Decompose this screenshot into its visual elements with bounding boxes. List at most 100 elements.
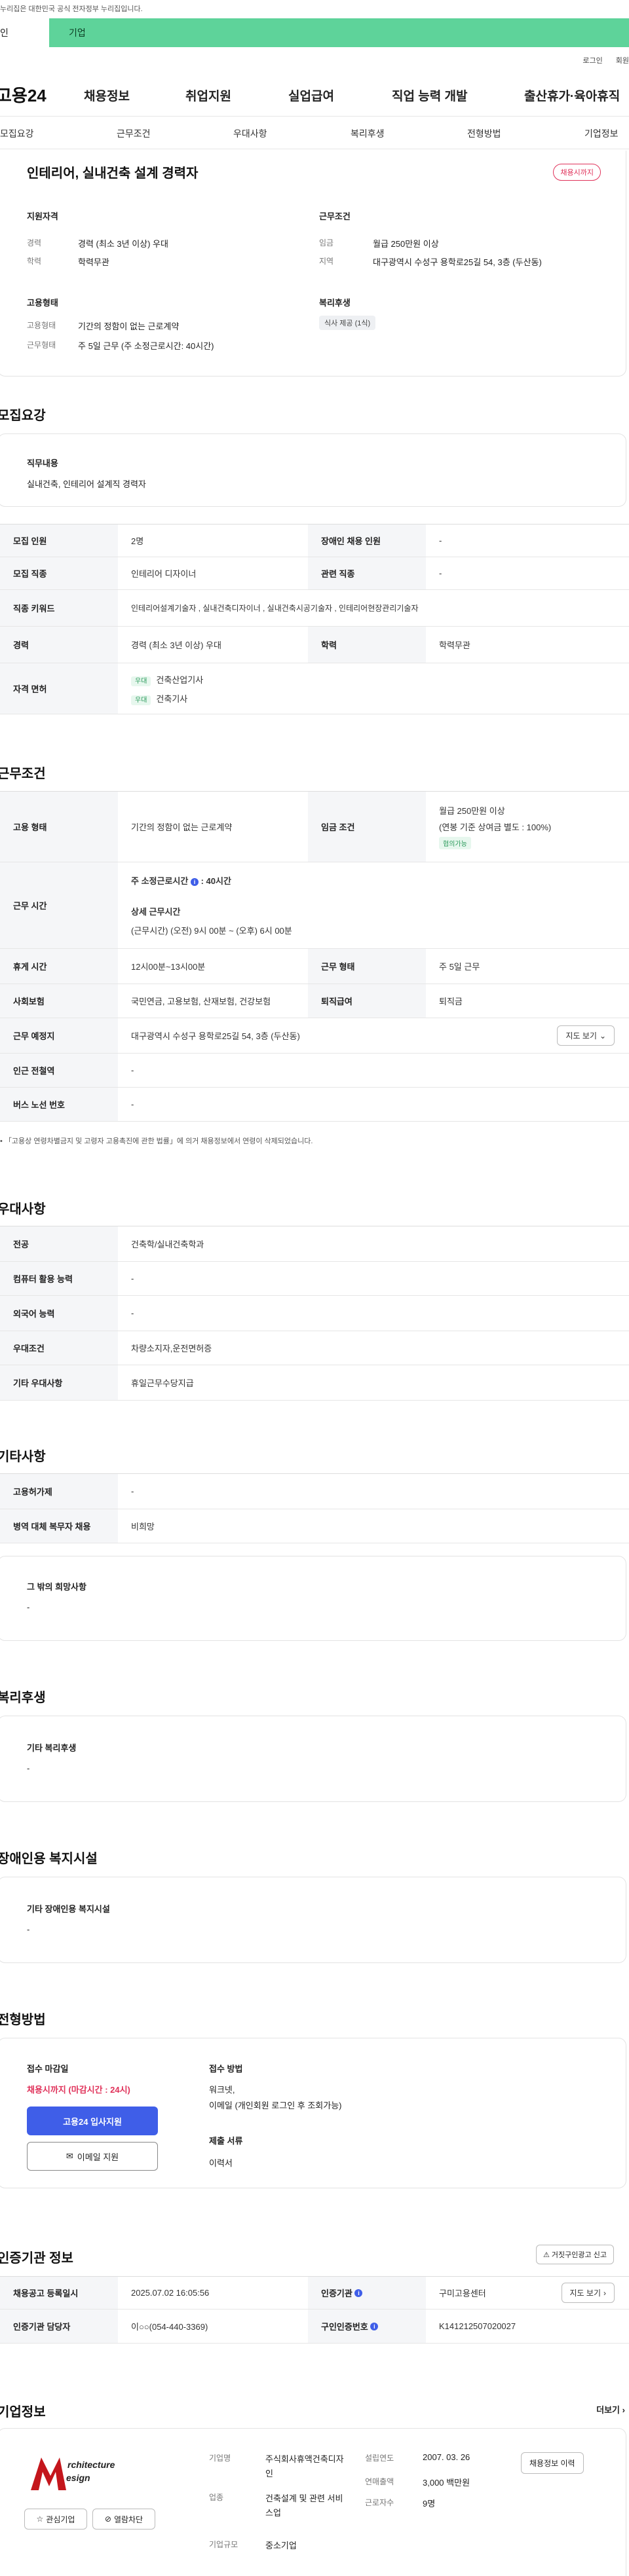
edu-label: 학력	[27, 257, 42, 266]
table-row: 고용 형태 기간의 정함이 없는 근로계약 임금 조건 월급 250만원 이상 …	[0, 792, 629, 862]
disabled-heading: 장애인용 복지시설	[0, 1852, 98, 1866]
wage-value: 월급 250만원 이상	[373, 239, 439, 249]
report-button[interactable]: ⚠ 거짓구인광고 신고	[536, 2245, 614, 2264]
block-company-button[interactable]: ⊘ 열람차단	[92, 2509, 155, 2530]
etc-heading: 기타사항	[0, 1450, 46, 1464]
cell-label: 버스 노선 번호	[0, 1088, 118, 1121]
work-heading: 근무조건	[319, 212, 351, 221]
subnav-benefit[interactable]: 복리후생	[351, 127, 385, 140]
cell-value: 퇴직금	[439, 997, 463, 1006]
subnav-company[interactable]: 기업정보	[584, 127, 619, 140]
global-nav: 고용24 채용정보 취업지원 실업급여 직업 능력 개발 출산휴가·육아휴직	[0, 73, 629, 117]
est-label: 설립연도	[365, 2454, 394, 2463]
cell-label: 퇴직급여	[308, 984, 426, 1018]
wage-label: 임금	[319, 238, 334, 248]
cert-heading: 인증기관 정보	[0, 2251, 73, 2266]
subnav-work[interactable]: 근무조건	[117, 127, 151, 140]
info-icon[interactable]: i	[190, 878, 199, 886]
wage-sub: (연봉 기준 상여금 별도 : 100%)	[439, 822, 552, 832]
table-row: 전공 건축학/실내건축학과	[0, 1226, 629, 1262]
logo-text-2: esign	[66, 2473, 90, 2483]
hiring-history-button[interactable]: 채용정보 이력	[521, 2452, 584, 2474]
table-row: 버스 노선 번호 -	[0, 1088, 629, 1122]
cell-value: 기간의 정함이 없는 근로계약	[131, 822, 233, 832]
org-map-button[interactable]: 지도 보기 ›	[561, 2283, 615, 2303]
size-label: 기업규모	[209, 2540, 238, 2549]
welfare-heading: 복리후생	[319, 298, 351, 308]
map-button[interactable]: 지도 보기 ⌄	[557, 1025, 615, 1046]
company-more-link[interactable]: 더보기 ›	[596, 2403, 625, 2416]
cell-value: -	[439, 568, 442, 578]
cell-value: 인테리어설계기술자 , 실내건축디자이너 , 실내건축시공기술자 , 인테리어현…	[131, 604, 419, 613]
user-type-tabs: 인 기업	[0, 18, 629, 47]
tab-company[interactable]: 기업	[49, 18, 629, 47]
company-card: rchitecture esign ☆ 관심기업 ⊘ 열람차단 기업명 주식회사휴액…	[0, 2428, 626, 2576]
cell-value: 인테리어 디자이너	[131, 569, 197, 579]
cell-label: 고용허가제	[0, 1474, 118, 1509]
cell-value: 주 5일 근무	[439, 962, 480, 972]
chevron-down-icon: ⌄	[599, 1031, 606, 1040]
region-value: 대구광역시 수성구 용학로25길 54, 3층 (두산동)	[373, 257, 542, 267]
gnb-parental-leave[interactable]: 출산휴가·육아휴직	[524, 86, 620, 104]
cell-value: -	[131, 1308, 134, 1318]
cell-label: 우대조건	[0, 1331, 118, 1365]
cell-label: 관련 직종	[308, 557, 426, 589]
chevron-right-icon: ›	[622, 2405, 625, 2415]
duty-card: 직무내용 실내건축, 인테리어 설계직 경력자	[0, 433, 626, 507]
benefit-heading: 복리후생	[0, 1691, 46, 1705]
wage-value: 월급 250만원 이상	[439, 806, 505, 816]
fav-company-button[interactable]: ☆ 관심기업	[24, 2509, 87, 2530]
signup-link[interactable]: 회원	[616, 55, 629, 65]
cell-label: 근무 형태	[308, 949, 426, 984]
emptype-label: 고용형태	[27, 321, 56, 330]
apply-button[interactable]: 고용24 입사지원	[27, 2107, 158, 2135]
benefit-label: 기타 복리후생	[27, 1743, 77, 1753]
gnb-vocational-training[interactable]: 직업 능력 개발	[392, 86, 467, 104]
cell-label: 채용공고 등록일시	[0, 2277, 118, 2309]
cell-value: 2명	[131, 536, 144, 546]
size-value: 중소기업	[265, 2541, 297, 2550]
gnb-unemployment-benefit[interactable]: 실업급여	[288, 86, 334, 104]
wage-cell: 월급 250만원 이상 (연봉 기준 상여금 별도 : 100%) 협의가능	[426, 792, 629, 862]
subnav-process[interactable]: 전형방법	[467, 127, 501, 140]
method-value-2: 이메일 (개인회원 로그인 후 조회가능)	[209, 2101, 342, 2110]
login-link[interactable]: 로그인	[582, 55, 602, 65]
disabled-card: 기타 장애인용 복지시설 -	[0, 1877, 626, 1963]
cell-value: -	[131, 1099, 134, 1109]
info-icon[interactable]: i	[354, 2289, 363, 2297]
work-table: 고용 형태 기간의 정함이 없는 근로계약 임금 조건 월급 250만원 이상 …	[0, 791, 629, 1122]
gov-notice: 누리집은 대한민국 공식 전자정부 누리집입니다.	[0, 5, 143, 13]
gnb-employment-support[interactable]: 취업지원	[185, 86, 231, 104]
cell-value: 국민연금, 고용보험, 산재보험, 건강보험	[131, 997, 271, 1006]
hours-cell: 주 소정근로시간 i : 40시간 상세 근무시간 (근무시간) (오전) 9시…	[118, 862, 629, 948]
wish-card: 그 밖의 희망사항 -	[0, 1556, 626, 1641]
subnav-recruit[interactable]: 모집요강	[0, 127, 34, 140]
table-row: 고용허가제 -	[0, 1474, 629, 1509]
gnb-jobs[interactable]: 채용정보	[84, 86, 130, 104]
cell-label: 인증기관 i	[308, 2277, 426, 2309]
region-label: 지역	[319, 257, 334, 266]
name-value: 주식회사휴액건축디자인	[265, 2454, 344, 2478]
site-logo[interactable]: 고용24	[0, 83, 62, 107]
emp-label: 근로자수	[365, 2498, 394, 2507]
benefit-value: -	[27, 1763, 30, 1773]
biz-value: 건축설계 및 관련 서비스업	[265, 2493, 343, 2518]
license-chip: 우대	[131, 695, 151, 705]
cell-value: K141212507020027	[439, 2321, 516, 2331]
deadline-label: 접수 마감일	[27, 2064, 69, 2074]
org-label-text: 인증기관	[321, 2289, 353, 2298]
license-name: 건축기사	[156, 693, 188, 704]
cell-label: 고용 형태	[0, 792, 118, 862]
cell-value: 2025.07.02 16:05:56	[131, 2288, 210, 2298]
duty-label: 직무내용	[27, 458, 58, 468]
tab-personal[interactable]: 인	[0, 18, 49, 47]
worktype-value: 주 5일 근무 (주 소정근로시간: 40시간)	[78, 341, 214, 351]
license-chip: 우대	[131, 676, 151, 686]
cell-value: -	[131, 1274, 134, 1283]
org-value: 구미고용센터	[439, 2289, 486, 2298]
cell-label: 임금 조건	[308, 792, 426, 862]
info-icon[interactable]: i	[370, 2322, 379, 2330]
subnav-pref[interactable]: 우대사항	[233, 127, 267, 140]
email-apply-button[interactable]: ✉ 이메일 지원	[27, 2142, 158, 2171]
work-heading: 근무조건	[0, 767, 46, 781]
